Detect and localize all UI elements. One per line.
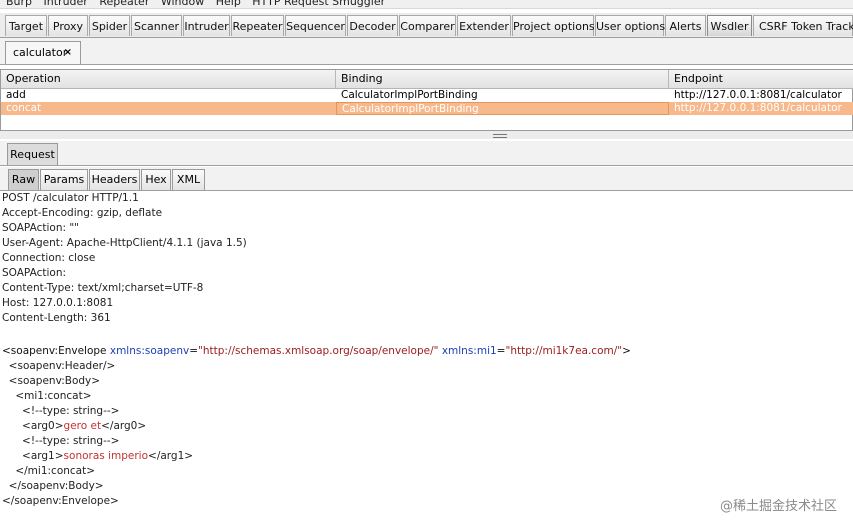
document-tab-bar: calculator × [0,38,853,65]
operations-table: Operation Binding Endpoint add Calculato… [0,69,853,131]
menu-window[interactable]: Window [161,0,204,8]
xml-comment-line: <!--type: string--> [2,405,120,417]
header-line: Accept-Encoding: gzip, deflate [2,207,163,219]
xml-body-open-line: <soapenv:Body> [2,375,101,387]
xml-tag: <arg1> [2,450,64,462]
request-line: POST /calculator HTTP/1.1 [2,192,139,204]
request-tab-bar: Request [0,141,853,166]
tab-sequencer[interactable]: Sequencer [285,15,346,36]
column-header-binding[interactable]: Binding [336,70,669,88]
close-icon[interactable]: × [64,42,72,64]
table-row-selected[interactable]: concat CalculatorImplPortBinding http://… [1,102,853,115]
view-tab-bar: Raw Params Headers Hex XML [0,167,853,191]
xml-envelope-line: <soapenv:Envelope xmlns:soapenv="http://… [2,345,631,357]
xml-attr-name: xmlns:mi1 [441,345,497,357]
menu-repeater[interactable]: Repeater [99,0,149,8]
tab-headers[interactable]: Headers [89,169,140,190]
tab-project-options[interactable]: Project options [512,15,595,36]
tab-xml[interactable]: XML [172,169,205,190]
xml-tag: <arg0> [2,420,64,432]
column-header-operation[interactable]: Operation [1,70,336,88]
tab-proxy[interactable]: Proxy [48,15,88,36]
tab-scanner[interactable]: Scanner [131,15,182,36]
watermark: @稀土掘金技术社区 [719,499,837,514]
xml-concat-open-line: <mi1:concat> [2,390,92,402]
menu-burp[interactable]: Burp [6,0,32,8]
xml-tag: </arg1> [148,450,194,462]
main-tab-bar: Target Proxy Spider Scanner Intruder Rep… [0,13,853,38]
pane-splitter[interactable] [0,131,853,139]
tab-calculator-label: calculator [13,46,68,59]
xml-header-line: <soapenv:Header/> [2,360,116,372]
menu-bar: Burp Intruder Repeater Window Help HTTP … [0,0,853,9]
menu-http-request-smuggler[interactable]: HTTP Request Smuggler [252,0,385,8]
header-line: Content-Length: 361 [2,312,111,324]
endpoint-cell: http://127.0.0.1:8081/calculator [674,102,842,114]
table-row[interactable]: add CalculatorImplPortBinding http://127… [1,89,853,102]
operation-cell: concat [6,102,42,114]
xml-comment-line: <!--type: string--> [2,435,120,447]
table-header: Operation Binding Endpoint [1,70,853,89]
tab-spider[interactable]: Spider [89,15,130,36]
tab-wsdler[interactable]: Wsdler [707,15,752,36]
xml-tag: <soapenv:Envelope [2,345,110,357]
menu-help[interactable]: Help [216,0,241,8]
xml-attr-name: xmlns:soapenv [109,345,190,357]
header-line: Content-Type: text/xml;charset=UTF-8 [2,282,204,294]
tab-repeater[interactable]: Repeater [231,15,284,36]
tab-intruder[interactable]: Intruder [183,15,230,36]
xml-attr-value: "http://mi1k7ea.com/" [505,345,623,357]
arg1-value: sonoras imperio [63,450,149,462]
header-line: SOAPAction: [2,267,67,279]
tab-csrf-token-tracker[interactable]: CSRF Token Tracker [753,15,853,36]
header-line: Host: 127.0.0.1:8081 [2,297,114,309]
xml-attr-value: "http://schemas.xmlsoap.org/soap/envelop… [198,345,439,357]
splitter-grip-icon[interactable] [493,134,507,138]
tab-hex[interactable]: Hex [141,169,171,190]
tab-params[interactable]: Params [40,169,88,190]
arg0-value: gero et [63,420,102,432]
tab-comparer[interactable]: Comparer [399,15,456,36]
tab-user-options[interactable]: User options [595,15,665,36]
tab-raw[interactable]: Raw [8,169,39,190]
operation-cell: add [6,89,26,101]
tab-request[interactable]: Request [7,143,58,165]
header-line: Connection: close [2,252,96,264]
header-line: User-Agent: Apache-HttpClient/4.1.1 (jav… [2,237,247,249]
tab-alerts[interactable]: Alerts [665,15,706,36]
xml-tag: </arg0> [101,420,147,432]
tab-extender[interactable]: Extender [457,15,511,36]
menu-intruder[interactable]: Intruder [44,0,88,8]
header-line: SOAPAction: "" [2,222,80,234]
xml-arg1-line: <arg1>sonoras imperio</arg1> [2,449,193,464]
binding-cell: CalculatorImplPortBinding [341,89,478,101]
xml-body-close-line: </soapenv:Body> [2,480,104,492]
endpoint-cell: http://127.0.0.1:8081/calculator [674,89,842,101]
binding-cell: CalculatorImplPortBinding [336,102,669,115]
tab-decoder[interactable]: Decoder [347,15,398,36]
column-header-endpoint[interactable]: Endpoint [669,70,853,88]
xml-envelope-close-line: </soapenv:Envelope> [2,495,119,507]
request-editor[interactable]: POST /calculator HTTP/1.1 Accept-Encodin… [0,191,853,530]
xml-arg0-line: <arg0>gero et</arg0> [2,419,146,434]
tab-target[interactable]: Target [5,15,47,36]
xml-concat-close-line: </mi1:concat> [2,465,96,477]
tab-calculator[interactable]: calculator × [5,41,81,64]
